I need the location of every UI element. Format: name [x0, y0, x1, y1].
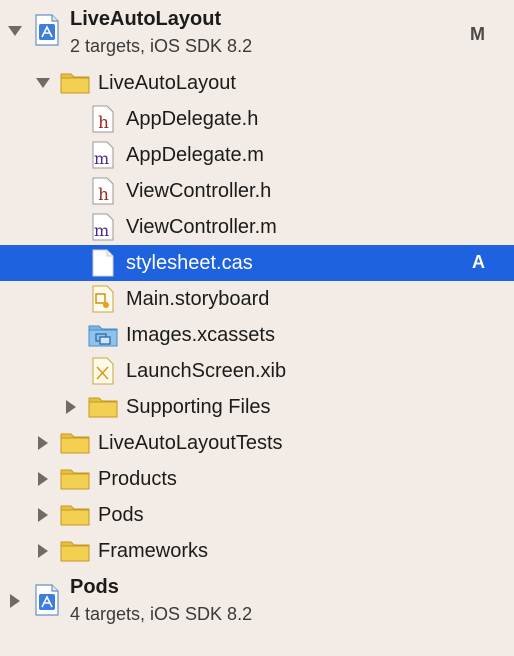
disclosure-collapsed-icon[interactable]: [66, 400, 76, 414]
group-label: Products: [98, 468, 177, 490]
file-label: AppDelegate.h: [126, 108, 259, 130]
group-row-liveautolayout[interactable]: LiveAutoLayout: [0, 66, 514, 100]
scm-status-badge: M: [470, 24, 485, 44]
asset-catalog-icon: [88, 325, 118, 347]
file-label: AppDelegate.m: [126, 144, 264, 166]
disclosure-collapsed-icon[interactable]: [38, 436, 48, 450]
folder-icon: [60, 73, 90, 94]
m-source-file-icon: m: [92, 141, 114, 169]
group-label: Pods: [98, 504, 144, 526]
file-row[interactable]: m ViewController.m: [0, 210, 514, 244]
file-row[interactable]: Images.xcassets: [0, 318, 514, 352]
folder-icon: [60, 505, 90, 526]
svg-text:m: m: [94, 221, 109, 240]
file-row[interactable]: m AppDelegate.m: [0, 138, 514, 172]
file-row[interactable]: h ViewController.h: [0, 174, 514, 208]
svg-text:m: m: [94, 149, 109, 168]
disclosure-collapsed-icon[interactable]: [38, 472, 48, 486]
file-label: stylesheet.cas: [126, 252, 253, 274]
storyboard-file-icon: [92, 285, 114, 313]
disclosure-expanded-icon[interactable]: [8, 26, 22, 36]
group-row-supporting-files[interactable]: Supporting Files: [0, 390, 514, 424]
file-label: Images.xcassets: [126, 324, 275, 346]
xcode-project-icon: [35, 14, 59, 46]
project-name: LiveAutoLayout: [70, 8, 222, 30]
folder-icon: [60, 469, 90, 490]
group-row-pods[interactable]: Pods: [0, 498, 514, 532]
folder-icon: [88, 397, 118, 418]
group-label: LiveAutoLayoutTests: [98, 432, 283, 454]
disclosure-collapsed-icon[interactable]: [10, 594, 20, 608]
project-name: Pods: [70, 576, 119, 598]
group-row-frameworks[interactable]: Frameworks: [0, 534, 514, 568]
disclosure-collapsed-icon[interactable]: [38, 544, 48, 558]
folder-icon: [60, 541, 90, 562]
project-row-liveautolayout[interactable]: LiveAutoLayout 2 targets, iOS SDK 8.2 M: [0, 0, 514, 62]
project-subtitle: 4 targets, iOS SDK 8.2: [70, 604, 253, 624]
group-row-products[interactable]: Products: [0, 462, 514, 496]
file-label: ViewController.h: [126, 180, 272, 202]
xib-file-icon: [92, 357, 114, 385]
group-label: Frameworks: [98, 540, 209, 562]
group-label: LiveAutoLayout: [98, 72, 236, 94]
svg-text:h: h: [98, 113, 109, 133]
scm-added-badge: A: [472, 252, 485, 272]
svg-text:h: h: [98, 185, 109, 205]
blank-file-icon: [92, 249, 114, 277]
file-label: LaunchScreen.xib: [126, 360, 287, 382]
project-subtitle: 2 targets, iOS SDK 8.2: [70, 36, 253, 56]
file-row[interactable]: LaunchScreen.xib: [0, 354, 514, 388]
h-header-file-icon: h: [92, 177, 114, 205]
group-label: Supporting Files: [126, 396, 271, 418]
file-row[interactable]: h AppDelegate.h: [0, 102, 514, 136]
file-row[interactable]: Main.storyboard: [0, 282, 514, 316]
project-row-pods[interactable]: Pods 4 targets, iOS SDK 8.2: [0, 572, 514, 634]
file-label: ViewController.m: [126, 216, 277, 238]
xcode-project-icon: [35, 584, 59, 616]
h-header-file-icon: h: [92, 105, 114, 133]
file-label: Main.storyboard: [126, 288, 270, 310]
disclosure-expanded-icon[interactable]: [36, 78, 50, 88]
group-row-tests[interactable]: LiveAutoLayoutTests: [0, 426, 514, 460]
file-row-selected[interactable]: stylesheet.cas A: [0, 245, 514, 281]
folder-icon: [60, 433, 90, 454]
disclosure-collapsed-icon[interactable]: [38, 508, 48, 522]
m-source-file-icon: m: [92, 213, 114, 241]
